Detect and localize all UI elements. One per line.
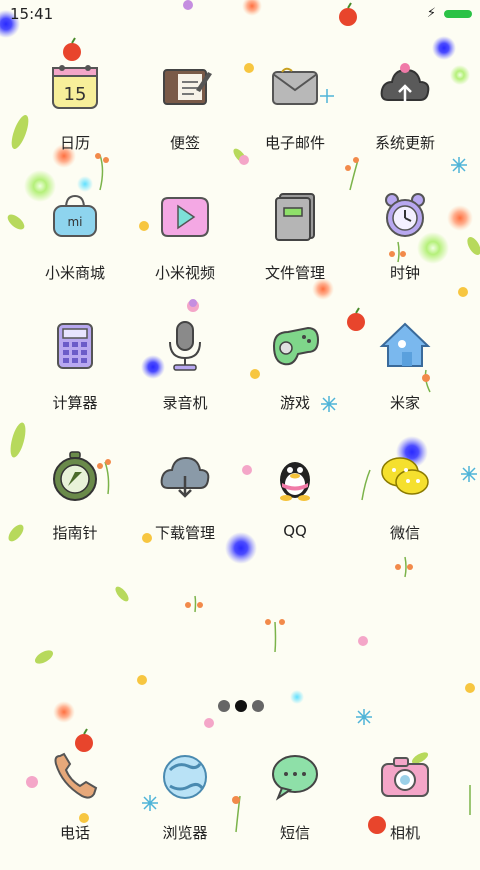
app-label: 相机 (389, 824, 420, 842)
app-label: 计算器 (52, 394, 98, 412)
app-compass[interactable]: 指南针 (20, 450, 130, 570)
email-icon (272, 67, 318, 105)
app-label: 指南针 (52, 524, 98, 542)
app-label: QQ (283, 522, 307, 540)
game-icon (272, 326, 320, 366)
video-icon (161, 197, 209, 237)
page-dot[interactable] (252, 700, 264, 712)
dock-messages[interactable]: 短信 (240, 750, 350, 870)
app-clock[interactable]: 时钟 (350, 190, 460, 310)
download-icon (160, 456, 210, 498)
phone-icon (54, 752, 98, 799)
app-game[interactable]: 游戏 (240, 320, 350, 440)
dock-camera[interactable]: 相机 (350, 750, 460, 870)
app-label: 下载管理 (154, 524, 215, 542)
app-label: 小米商城 (44, 264, 105, 282)
app-label: 电话 (59, 824, 90, 842)
app-label: 便签 (169, 134, 200, 152)
mijia-icon (379, 322, 431, 367)
compass-icon (53, 451, 97, 501)
page-indicator[interactable] (218, 700, 264, 712)
notes-icon (163, 69, 212, 105)
app-label: 日历 (59, 134, 90, 152)
system-update-icon (380, 63, 430, 102)
app-email[interactable]: 电子邮件 (240, 60, 350, 180)
browser-icon (163, 755, 207, 799)
page-dot[interactable] (218, 700, 230, 712)
svg-text:mi: mi (67, 215, 82, 229)
app-notes[interactable]: 便签 (130, 60, 240, 180)
calendar-date: 15 (64, 84, 87, 105)
dock-browser[interactable]: 浏览器 (130, 750, 240, 870)
app-label: 文件管理 (264, 264, 325, 282)
app-label: 浏览器 (162, 824, 208, 842)
clock-icon (385, 193, 425, 237)
app-label: 小米视频 (154, 264, 215, 282)
app-label: 微信 (389, 524, 420, 542)
battery-icon (444, 10, 472, 18)
messages-icon (272, 755, 318, 801)
app-label: 游戏 (279, 394, 310, 412)
mi-store-icon: mi (53, 194, 97, 237)
app-mijia[interactable]: 米家 (350, 320, 460, 440)
app-label: 录音机 (162, 394, 208, 412)
app-label: 系统更新 (374, 134, 435, 152)
dock-phone[interactable]: 电话 (20, 750, 130, 870)
recorder-icon (169, 321, 201, 371)
app-calculator[interactable]: 计算器 (20, 320, 130, 440)
app-label: 米家 (389, 394, 420, 412)
app-recorder[interactable]: 录音机 (130, 320, 240, 440)
charging-icon: ⚡ (426, 6, 436, 21)
wechat-icon (381, 457, 429, 495)
file-manager-icon (275, 193, 315, 241)
app-mi-video[interactable]: 小米视频 (130, 190, 240, 310)
status-bar: 15:41 ⚡ (0, 0, 480, 30)
page-dot-current[interactable] (235, 700, 247, 712)
qq-icon (280, 462, 310, 501)
app-label: 时钟 (389, 264, 420, 282)
app-file-manager[interactable]: 文件管理 (240, 190, 350, 310)
app-wechat[interactable]: 微信 (350, 450, 460, 570)
app-download-manager[interactable]: 下载管理 (130, 450, 240, 570)
app-system-update[interactable]: 系统更新 (350, 60, 460, 180)
app-label: 短信 (279, 824, 310, 842)
app-label: 电子邮件 (264, 134, 325, 152)
status-time: 15:41 (10, 5, 54, 23)
camera-icon (381, 757, 429, 797)
app-qq[interactable]: QQ (240, 450, 350, 570)
app-mi-store[interactable]: mi 小米商城 (20, 190, 130, 310)
app-calendar[interactable]: 15 日历 (20, 60, 130, 180)
calculator-icon (57, 323, 93, 369)
calendar-icon: 15 (52, 65, 98, 109)
